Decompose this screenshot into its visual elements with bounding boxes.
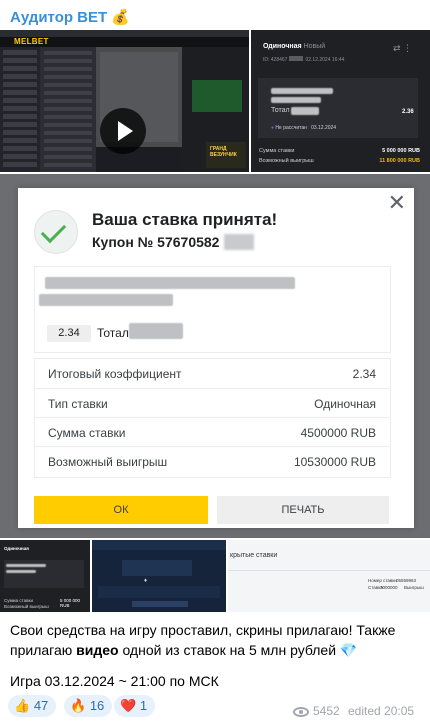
bet-confirmation-photo[interactable]: ✕ Ваша ставка принята! Купон № 57670582 … [0, 174, 430, 538]
thumb-logo: ♦ [144, 578, 148, 584]
bet-total-label: Тотал [271, 107, 290, 114]
bet-info-table: Итоговый коэффициент 2.34 Тип ставки Одино… [34, 358, 391, 478]
thumb-dark-app[interactable]: ♦ [92, 540, 226, 612]
info-row: Итоговый коэффициент 2.34 [48, 367, 376, 381]
success-icon [34, 210, 78, 254]
bet-id: ID: 428467 02.12.2024 16:44 [263, 56, 345, 63]
match-field [192, 80, 242, 112]
thumb-bet-slip[interactable]: Одиночная Сумма ставки 5 000 000 RUB Воз… [0, 540, 90, 612]
post-text: Свои средства на игру проставил, скрины … [10, 622, 396, 658]
info-row: Возможный выигрыш 10530000 RUB [35, 446, 390, 476]
browser-bar [0, 30, 249, 37]
event-odd: 2.34 [47, 325, 91, 342]
thumb-open-bets[interactable]: крытые ставки Номер ставки 05559963 Став… [228, 540, 430, 612]
stake-value: 5 000 000 RUB [382, 148, 420, 154]
close-icon[interactable]: ✕ [388, 190, 406, 216]
print-button[interactable]: ПЕЧАТЬ [217, 496, 389, 524]
event-box: 2.34 Тотал [34, 266, 391, 353]
melbet-logo: MELBET [14, 37, 49, 46]
view-count: 5452 [293, 704, 340, 718]
channel-post: Аудитор BET 💰 MELBET ГРАНД ВЕЗУНЧИК Один… [0, 0, 430, 721]
bet-odd: 2.36 [402, 109, 414, 115]
post-game-date: Игра 03.12.2024 ~ 21:00 по МСК [10, 673, 219, 689]
confirmation-dialog: ✕ Ваша ставка принята! Купон № 57670582 … [18, 188, 414, 528]
bet-status: ● Не рассчитан 03.12.2024 [271, 125, 337, 131]
coupon-number: Купон № 57670582 [92, 234, 220, 250]
promo-text: ГРАНД ВЕЗУНЧИК [210, 146, 237, 158]
eye-icon [293, 706, 309, 717]
dialog-title: Ваша ставка принята! [92, 210, 278, 229]
play-icon[interactable] [100, 108, 146, 154]
event-total-label: Тотал [97, 326, 129, 340]
reaction-fire[interactable]: 🔥 16 [64, 695, 113, 717]
reaction-heart[interactable]: ❤️ 1 [114, 695, 156, 717]
reaction-thumbs-up[interactable]: 👍 47 [8, 695, 57, 717]
bet-type: Одиночная Новый [263, 43, 326, 50]
bet-slip-photo[interactable]: Одиночная Новый ⇄ ⋮ ID: 428467 02.12.2024… [251, 30, 430, 172]
info-row: Сумма ставки 4500000 RUB [35, 417, 390, 447]
post-author[interactable]: Аудитор BET 💰 [10, 8, 130, 26]
share-icon: ⇄ ⋮ [393, 43, 413, 53]
win-label: Возможный выигрыш [259, 158, 314, 164]
site-list [40, 47, 96, 172]
win-value: 11 800 000 RUB [379, 158, 420, 164]
promo-banner: ГРАНД ВЕЗУНЧИК [206, 142, 246, 168]
stake-label: Сумма ставки [259, 148, 295, 154]
info-row: Тип ставки Одиночная [35, 388, 390, 418]
ok-button[interactable]: ОК [34, 496, 208, 524]
edited-time: edited 20:05 [348, 704, 415, 718]
coupon-blur [224, 234, 254, 250]
site-sidebar [0, 47, 40, 172]
video-thumbnail[interactable]: MELBET ГРАНД ВЕЗУНЧИК [0, 30, 249, 172]
